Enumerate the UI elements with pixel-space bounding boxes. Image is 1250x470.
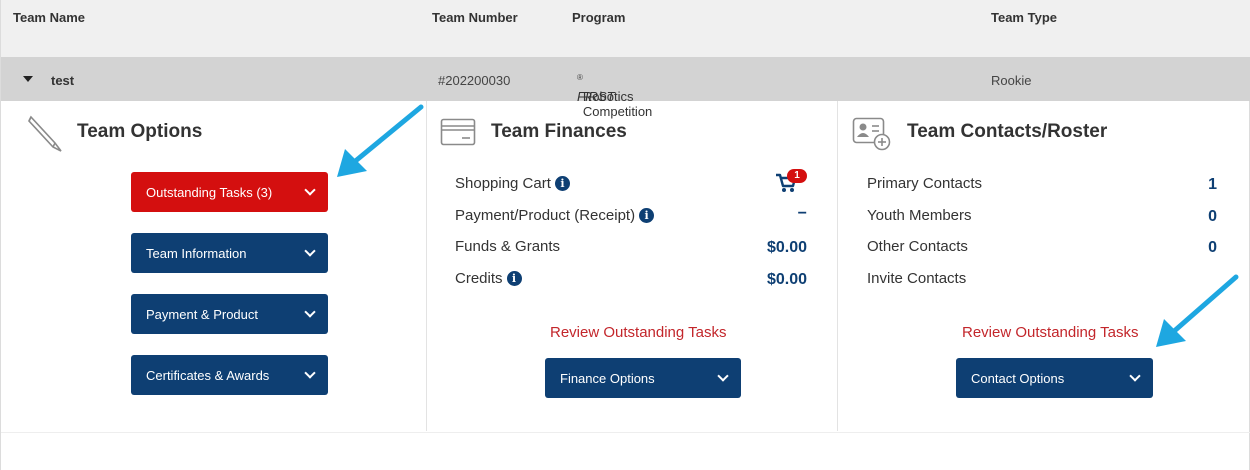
credits-value: $0.00 [766, 271, 807, 288]
review-outstanding-tasks-link[interactable]: Review Outstanding Tasks [962, 324, 1138, 341]
other-contacts-count: 0 [1208, 239, 1217, 256]
credits-row: Credits i [455, 270, 522, 287]
team-dashboard: Team Name Team Number Program Team Type … [0, 0, 1250, 470]
youth-members-count: 0 [1208, 208, 1217, 225]
pencil-icon [28, 115, 62, 152]
divider [1, 432, 1250, 433]
credits-label: Credits [455, 270, 503, 287]
team-type: Rookie [991, 73, 1032, 88]
chevron-down-icon [304, 367, 316, 379]
team-options-title: Team Options [77, 121, 203, 142]
payment-product-label: Payment & Product [146, 306, 258, 322]
outstanding-tasks-label: Outstanding Tasks (3) [146, 184, 273, 200]
info-icon[interactable]: i [639, 208, 655, 223]
info-icon[interactable]: i [554, 176, 570, 191]
contact-options-button[interactable]: Contact Options [956, 358, 1153, 398]
team-name: test [51, 73, 75, 88]
primary-contacts-link[interactable]: Primary Contacts [867, 175, 982, 192]
chevron-down-icon [304, 306, 316, 318]
credit-card-icon [440, 118, 476, 146]
chevron-down-icon [1129, 370, 1141, 382]
certificates-awards-label: Certificates & Awards [146, 367, 270, 383]
finance-options-button[interactable]: Finance Options [545, 358, 741, 398]
other-contacts-link[interactable]: Other Contacts [867, 238, 968, 255]
shopping-cart-icon[interactable]: 1 [775, 169, 811, 193]
caret-down-icon[interactable] [23, 76, 33, 82]
column-header-team-name[interactable]: Team Name [13, 10, 85, 25]
contact-card-icon [852, 117, 891, 151]
registered-mark: ® [577, 73, 583, 82]
arrow-annotation-icon [337, 104, 424, 177]
chevron-down-icon [304, 184, 316, 196]
table-header: Team Name Team Number Program Team Type [1, 0, 1250, 57]
invite-contacts-link[interactable]: Invite Contacts [867, 270, 966, 287]
contact-options-label: Contact Options [971, 370, 1065, 386]
team-contacts-title: Team Contacts/Roster [907, 121, 1108, 142]
column-header-team-number[interactable]: Team Number [432, 10, 518, 25]
payment-product-row: Payment/Product (Receipt) i [455, 207, 655, 224]
column-header-program[interactable]: Program [572, 10, 625, 25]
team-program: FIRST ® Robotics Competition [577, 73, 652, 119]
certificates-awards-button[interactable]: Certificates & Awards [131, 355, 328, 395]
cart-count-badge: 1 [787, 169, 807, 183]
funds-grants-row: Funds & Grants [455, 238, 560, 255]
youth-members-link[interactable]: Youth Members [867, 207, 972, 224]
team-number: #202200030 [438, 73, 511, 88]
outstanding-tasks-button[interactable]: Outstanding Tasks (3) [131, 172, 328, 212]
payment-product-value: − [797, 205, 807, 222]
chevron-down-icon [304, 245, 316, 257]
team-contacts-panel: Team Contacts/Roster Primary Contacts 1 … [837, 101, 1250, 431]
team-information-label: Team Information [146, 245, 247, 261]
team-information-button[interactable]: Team Information [131, 233, 328, 273]
payment-product-receipt-label: Payment/Product (Receipt) [455, 207, 636, 224]
column-header-team-type[interactable]: Team Type [991, 10, 1057, 25]
primary-contacts-count: 1 [1208, 176, 1217, 193]
review-outstanding-tasks-link[interactable]: Review Outstanding Tasks [550, 324, 726, 341]
finance-options-label: Finance Options [560, 370, 655, 386]
team-finances-panel: Team Finances Shopping Cart i 1 Payment/P… [426, 101, 837, 431]
team-options-panel: Team Options Outstanding Tasks (3) Team … [1, 101, 426, 431]
info-icon[interactable]: i [506, 271, 522, 286]
team-finances-title: Team Finances [491, 121, 627, 142]
arrow-annotation-icon [1156, 274, 1239, 347]
funds-grants-label: Funds & Grants [455, 238, 561, 255]
shopping-cart-label: Shopping Cart [455, 175, 551, 192]
chevron-down-icon [717, 370, 729, 382]
funds-grants-value: $0.00 [766, 239, 807, 256]
shopping-cart-row: Shopping Cart i [455, 175, 570, 192]
payment-product-button[interactable]: Payment & Product [131, 294, 328, 334]
team-row[interactable]: test #202200030 FIRST ® Robotics Competit… [1, 57, 1250, 119]
